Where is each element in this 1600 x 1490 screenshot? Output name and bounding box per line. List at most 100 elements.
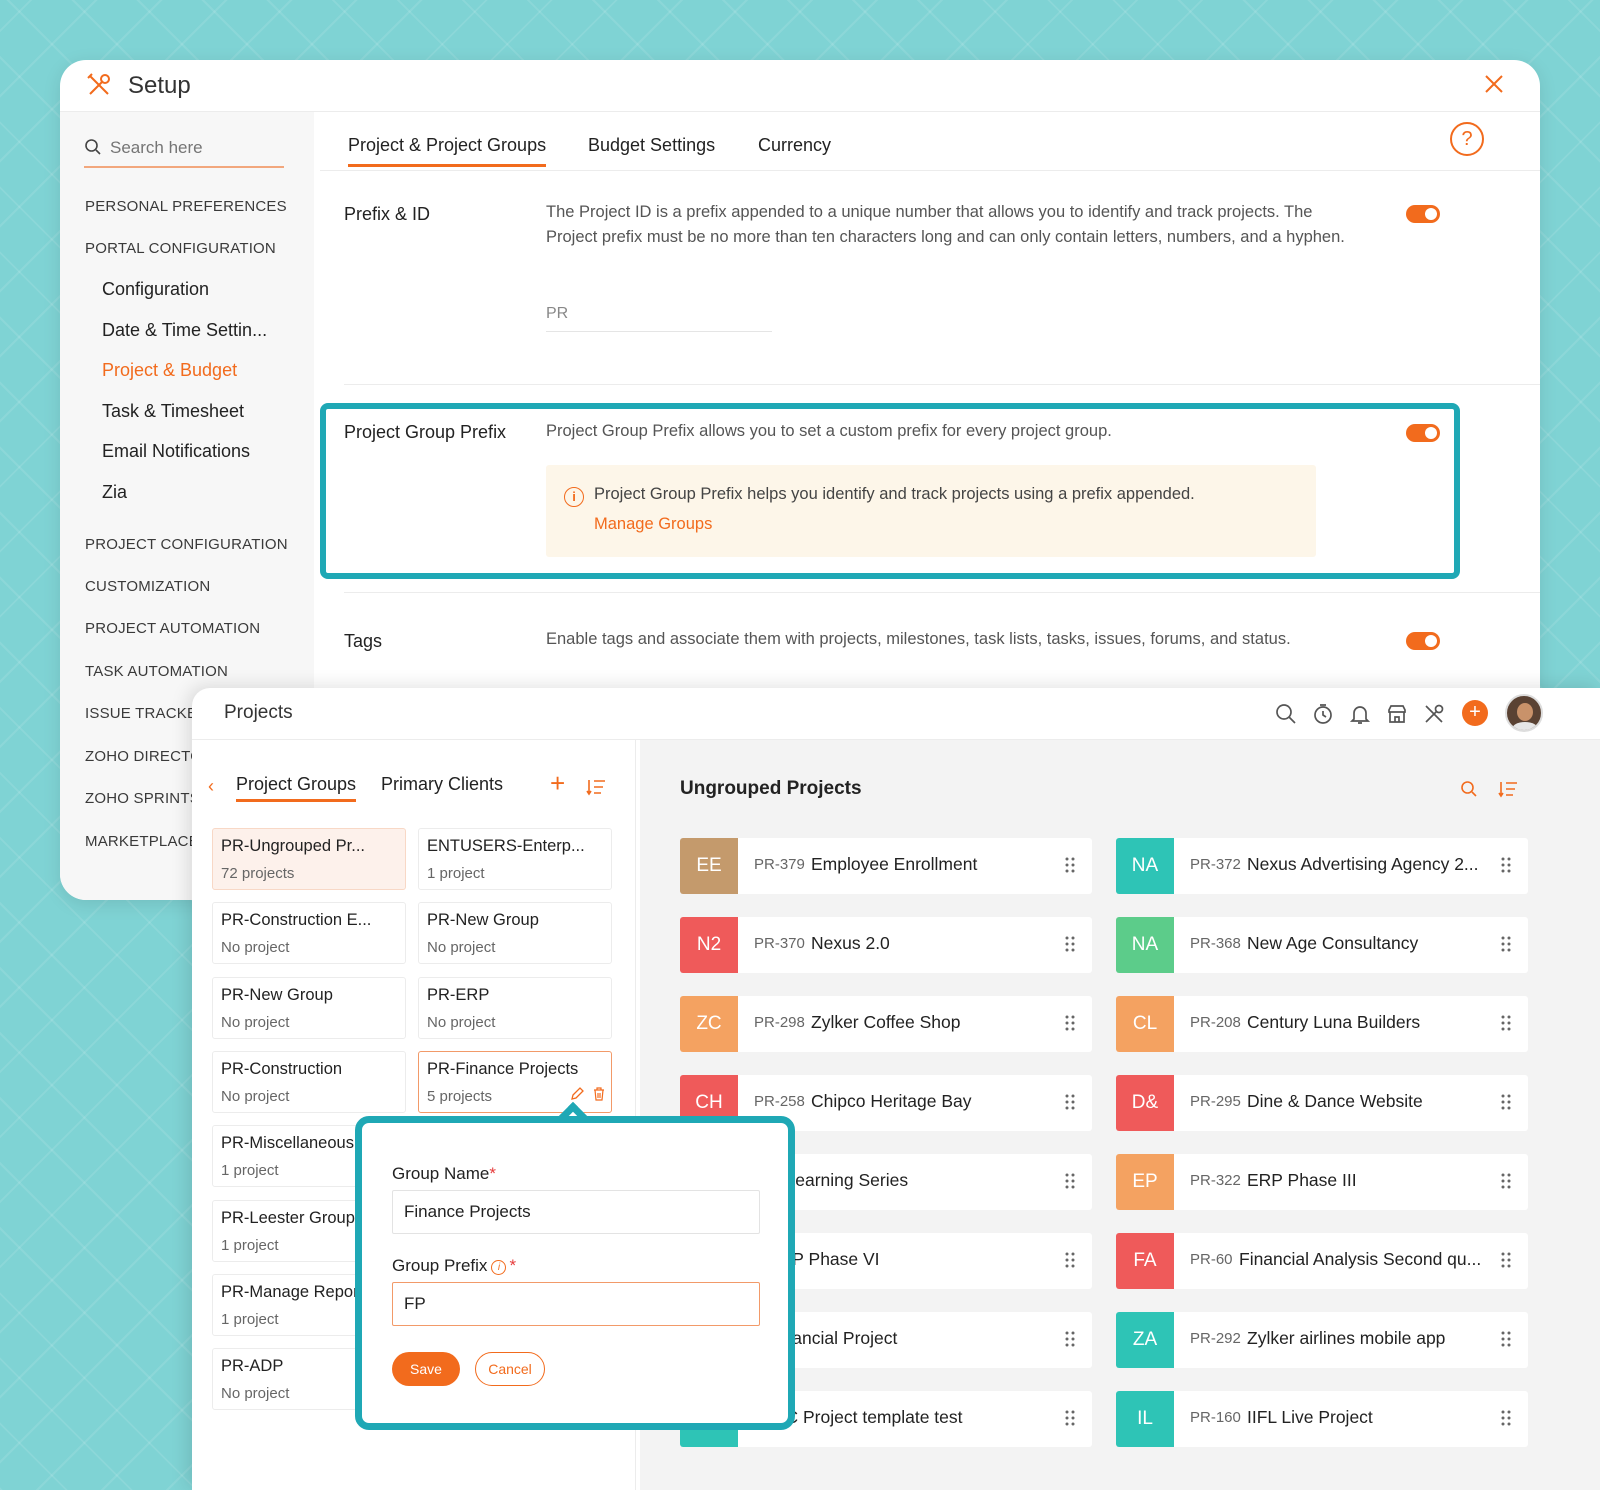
drag-handle-icon[interactable] xyxy=(1500,1014,1512,1032)
project-prefix-field[interactable] xyxy=(546,296,772,332)
sidebar-section-personal[interactable]: PERSONAL PREFERENCES xyxy=(85,198,287,215)
drag-handle-icon[interactable] xyxy=(1500,1409,1512,1427)
drag-handle-icon[interactable] xyxy=(1064,1014,1076,1032)
group-card[interactable]: PR-Ungrouped Pr... 72 projects xyxy=(212,828,406,890)
group-name: PR-New Group xyxy=(427,911,539,929)
add-group-icon[interactable]: + xyxy=(550,770,565,796)
info-icon[interactable]: i xyxy=(491,1260,507,1275)
sidebar-item-email-notifications[interactable]: Email Notifications xyxy=(102,441,250,462)
tab-project-groups[interactable]: Project Groups xyxy=(236,774,357,802)
cancel-button[interactable]: Cancel xyxy=(475,1352,545,1386)
avatar[interactable] xyxy=(1505,694,1543,732)
help-icon[interactable]: ? xyxy=(1450,122,1484,156)
drag-handle-icon[interactable] xyxy=(1500,1251,1512,1269)
save-button[interactable]: Save xyxy=(392,1352,460,1386)
sidebar-item-zia[interactable]: Zia xyxy=(102,482,127,503)
group-prefix-field[interactable] xyxy=(392,1282,760,1326)
group-card[interactable]: PR-New Group No project xyxy=(212,977,406,1039)
group-count: 1 project xyxy=(221,1311,279,1328)
drag-handle-icon[interactable] xyxy=(1064,1172,1076,1190)
project-card[interactable]: EE PR-379 Employee Enrollment xyxy=(680,838,1092,894)
search-icon[interactable] xyxy=(1460,780,1478,798)
project-card[interactable]: NA PR-372 Nexus Advertising Agency 2... xyxy=(1116,838,1528,894)
project-badge: EE xyxy=(680,838,738,894)
group-name-label: Group Name* xyxy=(392,1164,496,1184)
project-id: PR-370 xyxy=(754,935,805,952)
drag-handle-icon[interactable] xyxy=(1500,1172,1512,1190)
sidebar-search[interactable] xyxy=(84,134,284,168)
project-badge: EP xyxy=(1116,1154,1174,1210)
search-icon[interactable] xyxy=(1274,702,1298,726)
group-prefix-title: Project Group Prefix xyxy=(344,422,507,442)
project-card[interactable]: CL PR-208 Century Luna Builders xyxy=(1116,996,1528,1052)
tags-title: Tags xyxy=(344,631,383,651)
sidebar-section-marketplace[interactable]: MARKETPLACE xyxy=(85,833,199,850)
back-chevron-icon[interactable]: ‹ xyxy=(208,776,222,796)
group-card[interactable]: ENTUSERS-Enterp... 1 project xyxy=(418,828,612,890)
project-badge: D& xyxy=(1116,1075,1174,1131)
tab-budget-settings[interactable]: Budget Settings xyxy=(588,135,715,156)
project-card[interactable]: N2 PR-370 Nexus 2.0 xyxy=(680,917,1092,973)
sidebar-item-date-time[interactable]: Date & Time Settin... xyxy=(102,320,267,341)
group-card[interactable]: PR-New Group No project xyxy=(418,902,612,964)
store-icon[interactable] xyxy=(1385,702,1409,726)
tools-icon[interactable] xyxy=(1422,702,1446,726)
sidebar-section-task-automation[interactable]: TASK AUTOMATION xyxy=(85,663,228,680)
bell-icon[interactable] xyxy=(1348,702,1372,726)
sidebar-item-project-budget[interactable]: Project & Budget xyxy=(102,360,237,381)
sidebar-section-customization[interactable]: CUSTOMIZATION xyxy=(85,578,210,595)
group-count: No project xyxy=(427,1014,496,1031)
project-card[interactable]: NA PR-368 New Age Consultancy xyxy=(1116,917,1528,973)
project-card[interactable]: ZA PR-292 Zylker airlines mobile app xyxy=(1116,1312,1528,1368)
drag-handle-icon[interactable] xyxy=(1500,935,1512,953)
project-card[interactable]: EP PR-322 ERP Phase III xyxy=(1116,1154,1528,1210)
delete-icon[interactable] xyxy=(591,1086,607,1102)
sort-icon[interactable] xyxy=(586,778,606,796)
setup-header: Setup xyxy=(60,60,1540,112)
project-card[interactable]: ZC PR-298 Zylker Coffee Shop xyxy=(680,996,1092,1052)
prefix-id-toggle[interactable] xyxy=(1406,205,1440,223)
timer-icon[interactable] xyxy=(1311,702,1335,726)
project-name: Zylker Coffee Shop xyxy=(811,1012,961,1032)
drag-handle-icon[interactable] xyxy=(1064,1330,1076,1348)
drag-handle-icon[interactable] xyxy=(1064,1093,1076,1111)
drag-handle-icon[interactable] xyxy=(1500,1330,1512,1348)
tags-toggle[interactable] xyxy=(1406,632,1440,650)
tab-project-groups[interactable]: Project & Project Groups xyxy=(348,135,547,167)
manage-groups-link[interactable]: Manage Groups xyxy=(594,515,712,534)
edit-icon[interactable] xyxy=(569,1086,585,1102)
sort-icon[interactable] xyxy=(1498,780,1518,798)
group-card[interactable]: PR-Construction No project xyxy=(212,1051,406,1113)
drag-handle-icon[interactable] xyxy=(1064,856,1076,874)
group-name-field[interactable] xyxy=(392,1190,760,1234)
tab-primary-clients[interactable]: Primary Clients xyxy=(381,774,503,795)
sidebar-section-project-config[interactable]: PROJECT CONFIGURATION xyxy=(85,536,288,553)
sidebar-section-zoho-sprints[interactable]: ZOHO SPRINTS xyxy=(85,790,200,807)
sidebar-item-configuration[interactable]: Configuration xyxy=(102,279,209,300)
tags-description: Enable tags and associate them with proj… xyxy=(546,630,1291,648)
project-card[interactable]: D& PR-295 Dine & Dance Website xyxy=(1116,1075,1528,1131)
group-count: No project xyxy=(221,1088,290,1105)
drag-handle-icon[interactable] xyxy=(1064,1409,1076,1427)
sidebar-item-task-timesheet[interactable]: Task & Timesheet xyxy=(102,401,244,422)
sidebar-section-issue-tracker[interactable]: ISSUE TRACKER xyxy=(85,705,208,722)
close-icon[interactable] xyxy=(1482,72,1506,96)
drag-handle-icon[interactable] xyxy=(1500,856,1512,874)
group-prefix-description: Project Group Prefix allows you to set a… xyxy=(546,422,1112,440)
plus-icon[interactable]: + xyxy=(1462,700,1488,726)
group-card[interactable]: PR-Finance Projects 5 projects xyxy=(418,1051,612,1113)
drag-handle-icon[interactable] xyxy=(1500,1093,1512,1111)
group-card[interactable]: PR-ERP No project xyxy=(418,977,612,1039)
tab-currency[interactable]: Currency xyxy=(758,135,831,156)
project-name: Century Luna Builders xyxy=(1247,1012,1421,1032)
sidebar-section-portal[interactable]: PORTAL CONFIGURATION xyxy=(85,240,276,257)
group-card[interactable]: PR-Construction E... No project xyxy=(212,902,406,964)
sidebar-section-project-automation[interactable]: PROJECT AUTOMATION xyxy=(85,620,260,637)
project-card[interactable]: FA PR-60 Financial Analysis Second qu... xyxy=(1116,1233,1528,1289)
drag-handle-icon[interactable] xyxy=(1064,935,1076,953)
project-card[interactable]: IL PR-160 IIFL Live Project xyxy=(1116,1391,1528,1447)
group-prefix-toggle[interactable] xyxy=(1406,424,1440,442)
tabs-divider xyxy=(320,170,1540,171)
search-input[interactable] xyxy=(110,134,280,162)
drag-handle-icon[interactable] xyxy=(1064,1251,1076,1269)
